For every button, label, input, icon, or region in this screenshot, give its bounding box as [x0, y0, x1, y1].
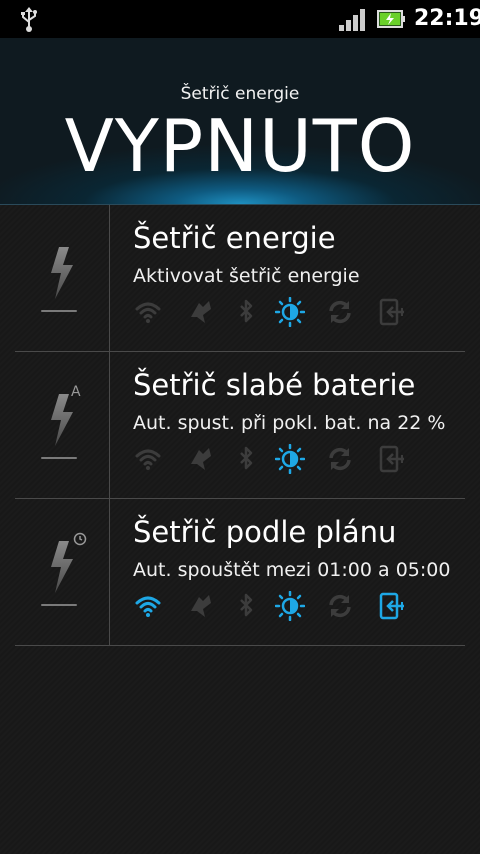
brightness-icon: [275, 591, 305, 621]
status-bar: 22:19: [0, 0, 480, 38]
screen-timeout-icon: [379, 298, 404, 326]
mode-title: Šetřič energie: [133, 221, 336, 255]
mode-title: Šetřič podle plánu: [133, 515, 397, 549]
data-sync-icon: [191, 595, 211, 617]
usb-icon: [21, 7, 37, 32]
auto-badge: A: [71, 384, 81, 400]
power-saver-header: Šetřič energie VYPNUTO: [0, 38, 480, 205]
brightness-icon: [275, 444, 305, 474]
icon-underline: [41, 604, 77, 606]
bolt-schedule-icon: [51, 541, 73, 593]
mode-row[interactable]: Šetřič podle plánu Aut. spouštět mezi 01…: [15, 499, 465, 646]
mode-row[interactable]: Šetřič energie Aktivovat šetřič energie: [15, 205, 465, 352]
mode-title: Šetřič slabé baterie: [133, 368, 416, 402]
auto-sync-icon: [329, 300, 351, 324]
status-clock: 22:19: [414, 6, 480, 31]
auto-sync-icon: [329, 447, 351, 471]
bolt-icon: [51, 247, 73, 299]
mode-icon-area: [15, 499, 110, 645]
data-sync-icon: [191, 448, 211, 470]
mode-row[interactable]: A Šetřič slabé baterie Aut. spust. při p…: [15, 352, 465, 499]
header-subtitle: Šetřič energie: [180, 84, 300, 104]
mode-icon-area: A: [15, 352, 110, 498]
wifi-icon: [135, 449, 161, 470]
bluetooth-icon: [240, 299, 253, 323]
auto-sync-icon: [329, 594, 351, 618]
signal-icon: [339, 9, 365, 31]
screen-timeout-icon: [379, 592, 404, 620]
wifi-icon: [135, 596, 161, 617]
data-sync-icon: [191, 301, 211, 323]
wifi-icon: [135, 302, 161, 323]
bolt-auto-icon: [51, 394, 73, 446]
mode-subtitle: Aut. spouštět mezi 01:00 a 05:00: [133, 559, 451, 581]
brightness-icon: [275, 297, 305, 327]
clock-icon: [73, 532, 87, 546]
screen-timeout-icon: [379, 445, 404, 473]
bluetooth-icon: [240, 593, 253, 617]
icon-underline: [41, 457, 77, 459]
battery-charging-icon: [377, 10, 405, 28]
bluetooth-icon: [240, 446, 253, 470]
mode-subtitle: Aktivovat šetřič energie: [133, 265, 360, 287]
icon-underline: [41, 310, 77, 312]
power-saver-status: VYPNUTO: [64, 104, 416, 188]
mode-subtitle: Aut. spust. při pokl. bat. na 22 %: [133, 412, 446, 434]
mode-icon-area: [15, 205, 110, 351]
